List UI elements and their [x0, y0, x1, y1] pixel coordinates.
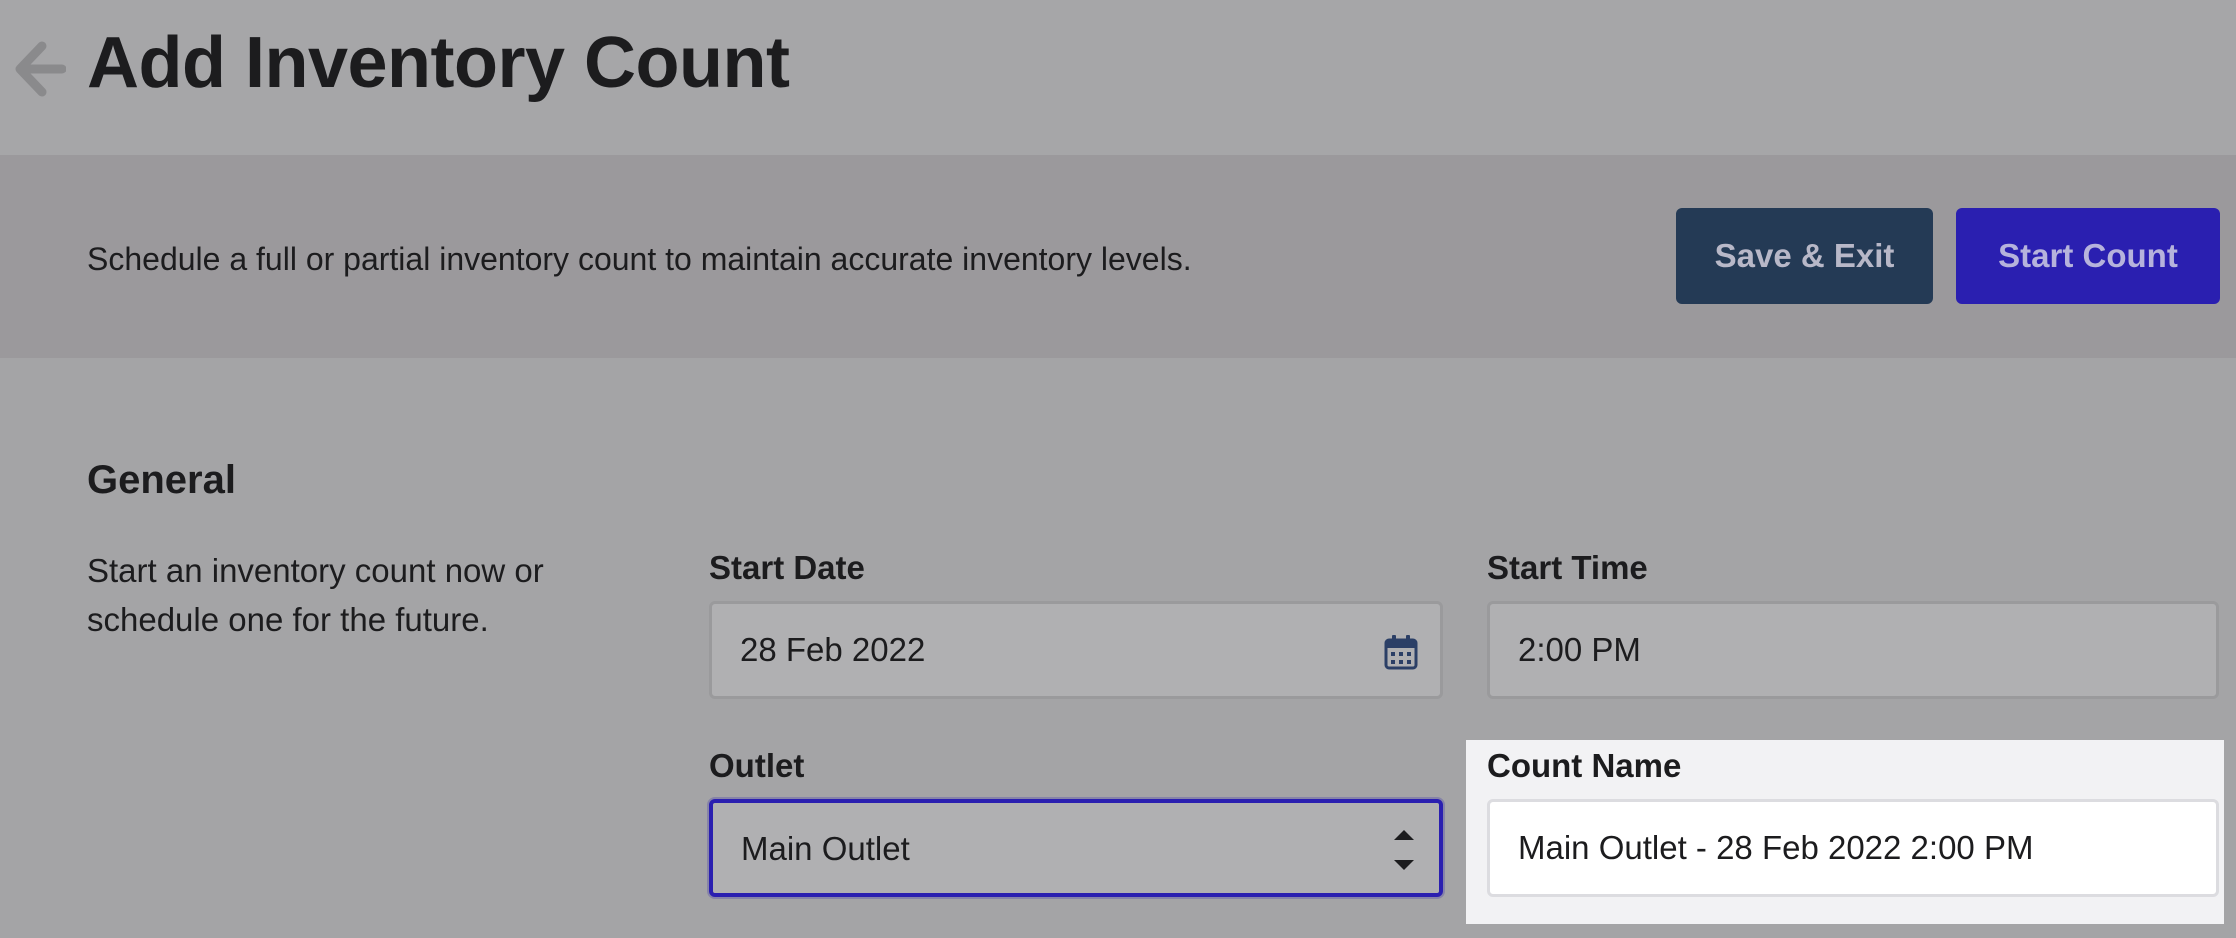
- count-name-input[interactable]: Main Outlet - 28 Feb 2022 2:00 PM: [1487, 799, 2219, 897]
- outlet-select[interactable]: Main Outlet: [709, 799, 1443, 897]
- start-time-label: Start Time: [1487, 549, 1648, 586]
- start-date-value: 28 Feb 2022: [740, 631, 926, 668]
- start-date-field[interactable]: 28 Feb 2022: [709, 601, 1443, 699]
- outlet-value: Main Outlet: [741, 830, 910, 867]
- arrow-left-icon[interactable]: [14, 40, 66, 98]
- count-name-value: Main Outlet - 28 Feb 2022 2:00 PM: [1518, 829, 2034, 866]
- page-header: Add Inventory Count: [0, 0, 2236, 155]
- stepper-icon[interactable]: [1391, 821, 1417, 879]
- section-description: Start an inventory count now or schedule…: [87, 552, 544, 638]
- page-title: Add Inventory Count: [87, 23, 790, 103]
- outlet-label: Outlet: [709, 747, 805, 784]
- info-banner: Schedule a full or partial inventory cou…: [0, 155, 2236, 358]
- count-name-label: Count Name: [1487, 747, 1682, 784]
- start-count-button[interactable]: Start Count: [1956, 208, 2220, 304]
- start-time-value: 2:00 PM: [1518, 631, 1641, 668]
- calendar-icon[interactable]: [1384, 634, 1418, 670]
- section-title-general: General: [87, 458, 236, 502]
- save-exit-button[interactable]: Save & Exit: [1676, 208, 1933, 304]
- banner-description: Schedule a full or partial inventory cou…: [87, 241, 1192, 277]
- start-date-label: Start Date: [709, 549, 865, 586]
- start-time-field[interactable]: 2:00 PM: [1487, 601, 2219, 699]
